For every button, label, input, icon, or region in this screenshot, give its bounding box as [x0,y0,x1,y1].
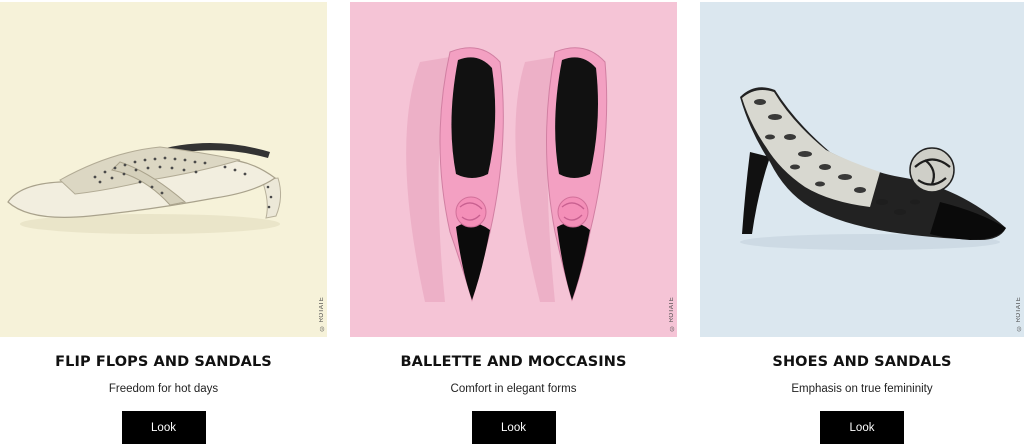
category-title: SHOES AND SANDALS [772,354,952,370]
pump-illustration [700,2,1024,337]
photo-credit: © ROTATE [319,297,325,331]
photo-credit: © ROTATE [669,297,675,331]
category-title: BALLETTE AND MOCCASINS [400,354,627,370]
category-title: FLIP FLOPS AND SANDALS [55,354,272,370]
category-subtitle: Emphasis on true femininity [791,383,933,395]
category-grid: © ROTATE FLIP FLOPS AND SANDALS Freedom … [0,0,1024,445]
pump-image[interactable]: © ROTATE [700,2,1024,337]
look-button[interactable]: Look [471,411,556,444]
category-card-shoes: © ROTATE SHOES AND SANDALS Emphasis on t… [700,0,1024,445]
ballet-flats-illustration [350,2,677,337]
category-subtitle: Comfort in elegant forms [450,383,577,395]
photo-credit: © ROTATE [1016,297,1022,331]
look-button[interactable]: Look [820,411,904,444]
category-subtitle: Freedom for hot days [108,383,219,395]
category-card-ballet-flats: © ROTATE BALLETTE AND MOCCASINS Comfort … [350,0,677,445]
category-card-flip-flops: © ROTATE FLIP FLOPS AND SANDALS Freedom … [0,0,327,445]
look-button[interactable]: Look [121,411,206,444]
sandal-illustration [0,2,327,337]
ballet-flats-image[interactable]: © ROTATE [350,2,677,337]
sandal-image[interactable]: © ROTATE [0,2,327,337]
